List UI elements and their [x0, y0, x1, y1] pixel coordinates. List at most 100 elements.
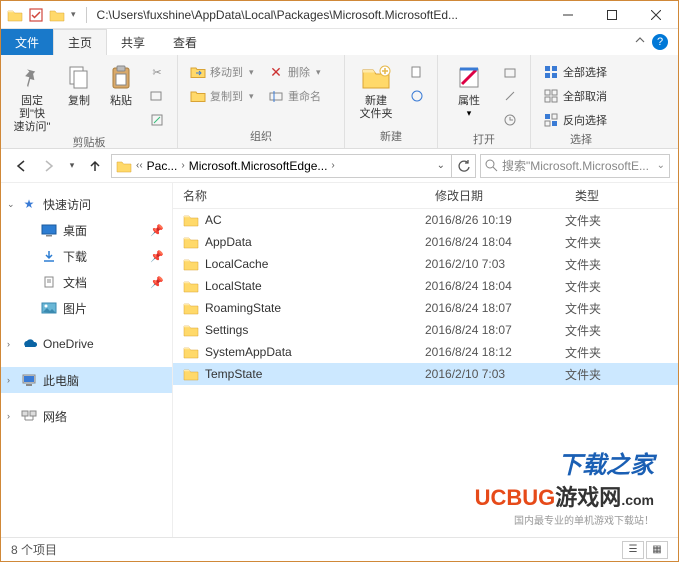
table-row[interactable]: SystemAppData2016/8/24 18:12文件夹 [173, 341, 678, 363]
select-none-button[interactable]: 全部取消 [539, 85, 623, 107]
search-input[interactable]: 搜索"Microsoft.MicrosoftE... ⌄ [480, 154, 670, 178]
desktop-icon [41, 222, 57, 238]
folder-icon [183, 301, 199, 315]
chevron-right-icon[interactable]: › [7, 339, 10, 349]
item-count: 8 个项目 [11, 541, 57, 558]
checkbox-icon[interactable] [29, 8, 43, 22]
column-header-name[interactable]: 名称 [173, 187, 425, 204]
invert-selection-button[interactable]: 反向选择 [539, 109, 623, 131]
pin-quickaccess-button[interactable]: 固定到"快 速访问" [9, 59, 55, 134]
folder-small-icon[interactable] [49, 8, 65, 22]
recent-locations-button[interactable]: ▾ [65, 154, 79, 178]
divider [86, 7, 87, 23]
breadcrumb-segment[interactable]: Microsoft.MicrosoftEdge...› [189, 159, 337, 173]
select-all-button[interactable]: 全部选择 [539, 61, 623, 83]
column-headers: 名称 修改日期 类型 [173, 183, 678, 209]
properties-button[interactable]: 属性 ▾ [446, 59, 492, 119]
table-row[interactable]: LocalState2016/8/24 18:04文件夹 [173, 275, 678, 297]
file-name: SystemAppData [205, 345, 292, 359]
star-icon: ★ [21, 196, 37, 212]
thispc-icon [21, 372, 37, 388]
edit-icon [502, 88, 518, 104]
table-row[interactable]: LocalCache2016/2/10 7:03文件夹 [173, 253, 678, 275]
chevron-right-icon[interactable]: › [7, 375, 10, 385]
back-button[interactable] [9, 154, 33, 178]
ribbon-group-open: 属性 ▾ 打开 [438, 55, 531, 148]
file-list: 名称 修改日期 类型 AC2016/8/26 10:19文件夹AppData20… [173, 183, 678, 537]
edit-button[interactable] [498, 85, 522, 107]
sidebar-item-thispc[interactable]: › 此电脑 [1, 367, 172, 393]
paste-shortcut-button[interactable] [145, 109, 169, 131]
table-row[interactable]: Settings2016/8/24 18:07文件夹 [173, 319, 678, 341]
table-row[interactable]: TempState2016/2/10 7:03文件夹 [173, 363, 678, 385]
new-folder-button[interactable]: 新建 文件夹 [353, 59, 399, 121]
chevron-right-icon[interactable]: › [7, 411, 10, 421]
tab-view[interactable]: 查看 [159, 29, 211, 55]
sidebar-item-documents[interactable]: 文档 📌 [1, 269, 172, 295]
forward-button[interactable] [37, 154, 61, 178]
sidebar-item-onedrive[interactable]: › OneDrive [1, 331, 172, 357]
sidebar-item-pictures[interactable]: 图片 [1, 295, 172, 321]
breadcrumb-segment[interactable]: Pac...› [147, 159, 187, 173]
chevron-down-icon[interactable]: ⌄ [7, 199, 15, 210]
folder-icon [7, 8, 23, 22]
file-date: 2016/8/24 18:07 [425, 323, 565, 337]
new-folder-icon [360, 63, 392, 93]
file-date: 2016/8/24 18:12 [425, 345, 565, 359]
dropdown-arrow-icon[interactable]: ▾ [71, 9, 76, 20]
easy-access-button[interactable] [405, 85, 429, 107]
sidebar-item-downloads[interactable]: 下载 📌 [1, 243, 172, 269]
tab-home[interactable]: 主页 [53, 29, 107, 55]
search-dropdown-icon[interactable]: ⌄ [657, 160, 665, 171]
open-button[interactable] [498, 61, 522, 83]
icons-view-button[interactable]: ▦ [646, 541, 668, 559]
new-item-button[interactable] [405, 61, 429, 83]
move-to-icon [190, 64, 206, 80]
tab-file[interactable]: 文件 [1, 29, 53, 55]
file-date: 2016/8/24 18:04 [425, 279, 565, 293]
move-to-button[interactable]: 移动到▾ [186, 61, 258, 83]
properties-icon [453, 63, 485, 93]
breadcrumb[interactable]: ‹‹ Pac...› Microsoft.MicrosoftEdge...› ⌄ [111, 154, 452, 178]
paste-shortcut-icon [149, 112, 165, 128]
column-header-type[interactable]: 类型 [565, 187, 645, 204]
minimize-button[interactable] [546, 1, 590, 29]
ribbon-tabs: 文件 主页 共享 查看 ? [1, 29, 678, 55]
rename-button[interactable]: 重命名 [264, 85, 336, 107]
column-header-date[interactable]: 修改日期 [425, 187, 565, 204]
delete-button[interactable]: ✕删除▾ [264, 61, 336, 83]
invert-selection-icon [543, 112, 559, 128]
sidebar-item-network[interactable]: › 网络 [1, 403, 172, 429]
copy-to-button[interactable]: 复制到▾ [186, 85, 258, 107]
sidebar-item-quickaccess[interactable]: ⌄ ★ 快速访问 [1, 191, 172, 217]
easy-access-icon [409, 88, 425, 104]
history-button[interactable] [498, 109, 522, 131]
pin-icon: 📌 [150, 250, 164, 263]
close-button[interactable] [634, 1, 678, 29]
copy-icon [63, 63, 95, 93]
copy-button[interactable]: 复制 [61, 59, 97, 108]
cut-button[interactable]: ✂ [145, 61, 169, 83]
file-type: 文件夹 [565, 212, 645, 229]
sidebar-item-desktop[interactable]: 桌面 📌 [1, 217, 172, 243]
ribbon-group-organize: 移动到▾ 复制到▾ ✕删除▾ 重命名 组织 [178, 55, 345, 148]
refresh-button[interactable] [452, 154, 476, 178]
chevron-left-icon[interactable]: ‹‹ [134, 160, 145, 171]
paste-button[interactable]: 粘贴 [103, 59, 139, 108]
maximize-button[interactable] [590, 1, 634, 29]
table-row[interactable]: RoamingState2016/8/24 18:07文件夹 [173, 297, 678, 319]
file-date: 2016/8/26 10:19 [425, 213, 565, 227]
copy-path-button[interactable] [145, 85, 169, 107]
file-rows: AC2016/8/26 10:19文件夹AppData2016/8/24 18:… [173, 209, 678, 537]
collapse-ribbon-icon[interactable] [634, 34, 646, 46]
tab-share[interactable]: 共享 [107, 29, 159, 55]
ribbon-group-new: 新建 文件夹 新建 [345, 55, 438, 148]
window-title: C:\Users\fuxshine\AppData\Local\Packages… [91, 8, 546, 22]
help-icon[interactable]: ? [652, 34, 668, 50]
table-row[interactable]: AC2016/8/26 10:19文件夹 [173, 209, 678, 231]
table-row[interactable]: AppData2016/8/24 18:04文件夹 [173, 231, 678, 253]
breadcrumb-dropdown[interactable]: ⌄ [435, 160, 447, 171]
up-button[interactable] [83, 154, 107, 178]
folder-icon [183, 323, 199, 337]
details-view-button[interactable]: ☰ [622, 541, 644, 559]
